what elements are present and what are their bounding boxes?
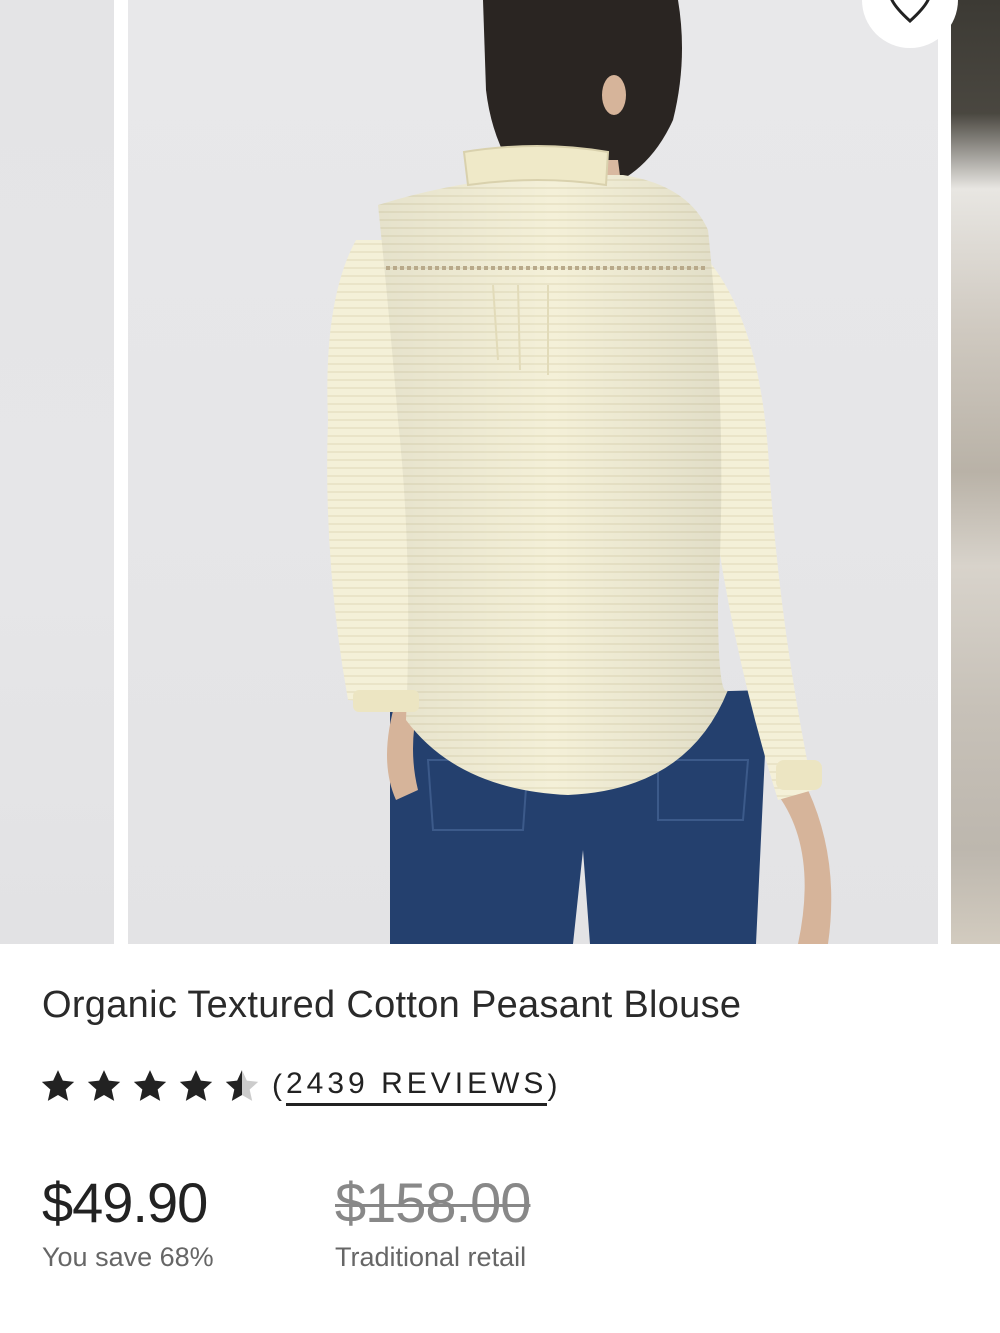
retail-label: Traditional retail <box>335 1242 527 1272</box>
main-product-image[interactable] <box>128 0 938 944</box>
reviews-link[interactable]: 2439 REVIEWS <box>286 1067 548 1106</box>
reviews-open-paren: ( <box>272 1069 286 1102</box>
product-image-gallery[interactable] <box>0 0 1000 944</box>
star-full-icon <box>87 1070 121 1101</box>
next-image-slide[interactable] <box>951 0 1000 944</box>
sale-price: $49.90 <box>42 1171 208 1234</box>
savings-text: You save 68% <box>42 1242 214 1272</box>
reviews-close-paren: ) <box>547 1069 562 1102</box>
retail-price: $158.00 <box>335 1171 531 1234</box>
star-full-icon <box>179 1070 213 1101</box>
reviews-count: ( 2439 REVIEWS ) <box>272 1067 561 1106</box>
product-title: Organic Textured Cotton Peasant Blouse <box>42 984 742 1026</box>
previous-image-slide[interactable] <box>0 0 114 944</box>
star-full-icon <box>133 1070 167 1101</box>
heart-outline-icon <box>887 0 933 28</box>
star-half-icon <box>225 1070 259 1101</box>
product-info: Organic Textured Cotton Peasant Blouse (… <box>0 944 1000 1333</box>
star-full-icon <box>41 1070 75 1101</box>
product-rating: ( 2439 REVIEWS ) <box>38 1066 561 1106</box>
blouse-model-illustration <box>327 0 832 944</box>
star-rating <box>38 1066 262 1106</box>
